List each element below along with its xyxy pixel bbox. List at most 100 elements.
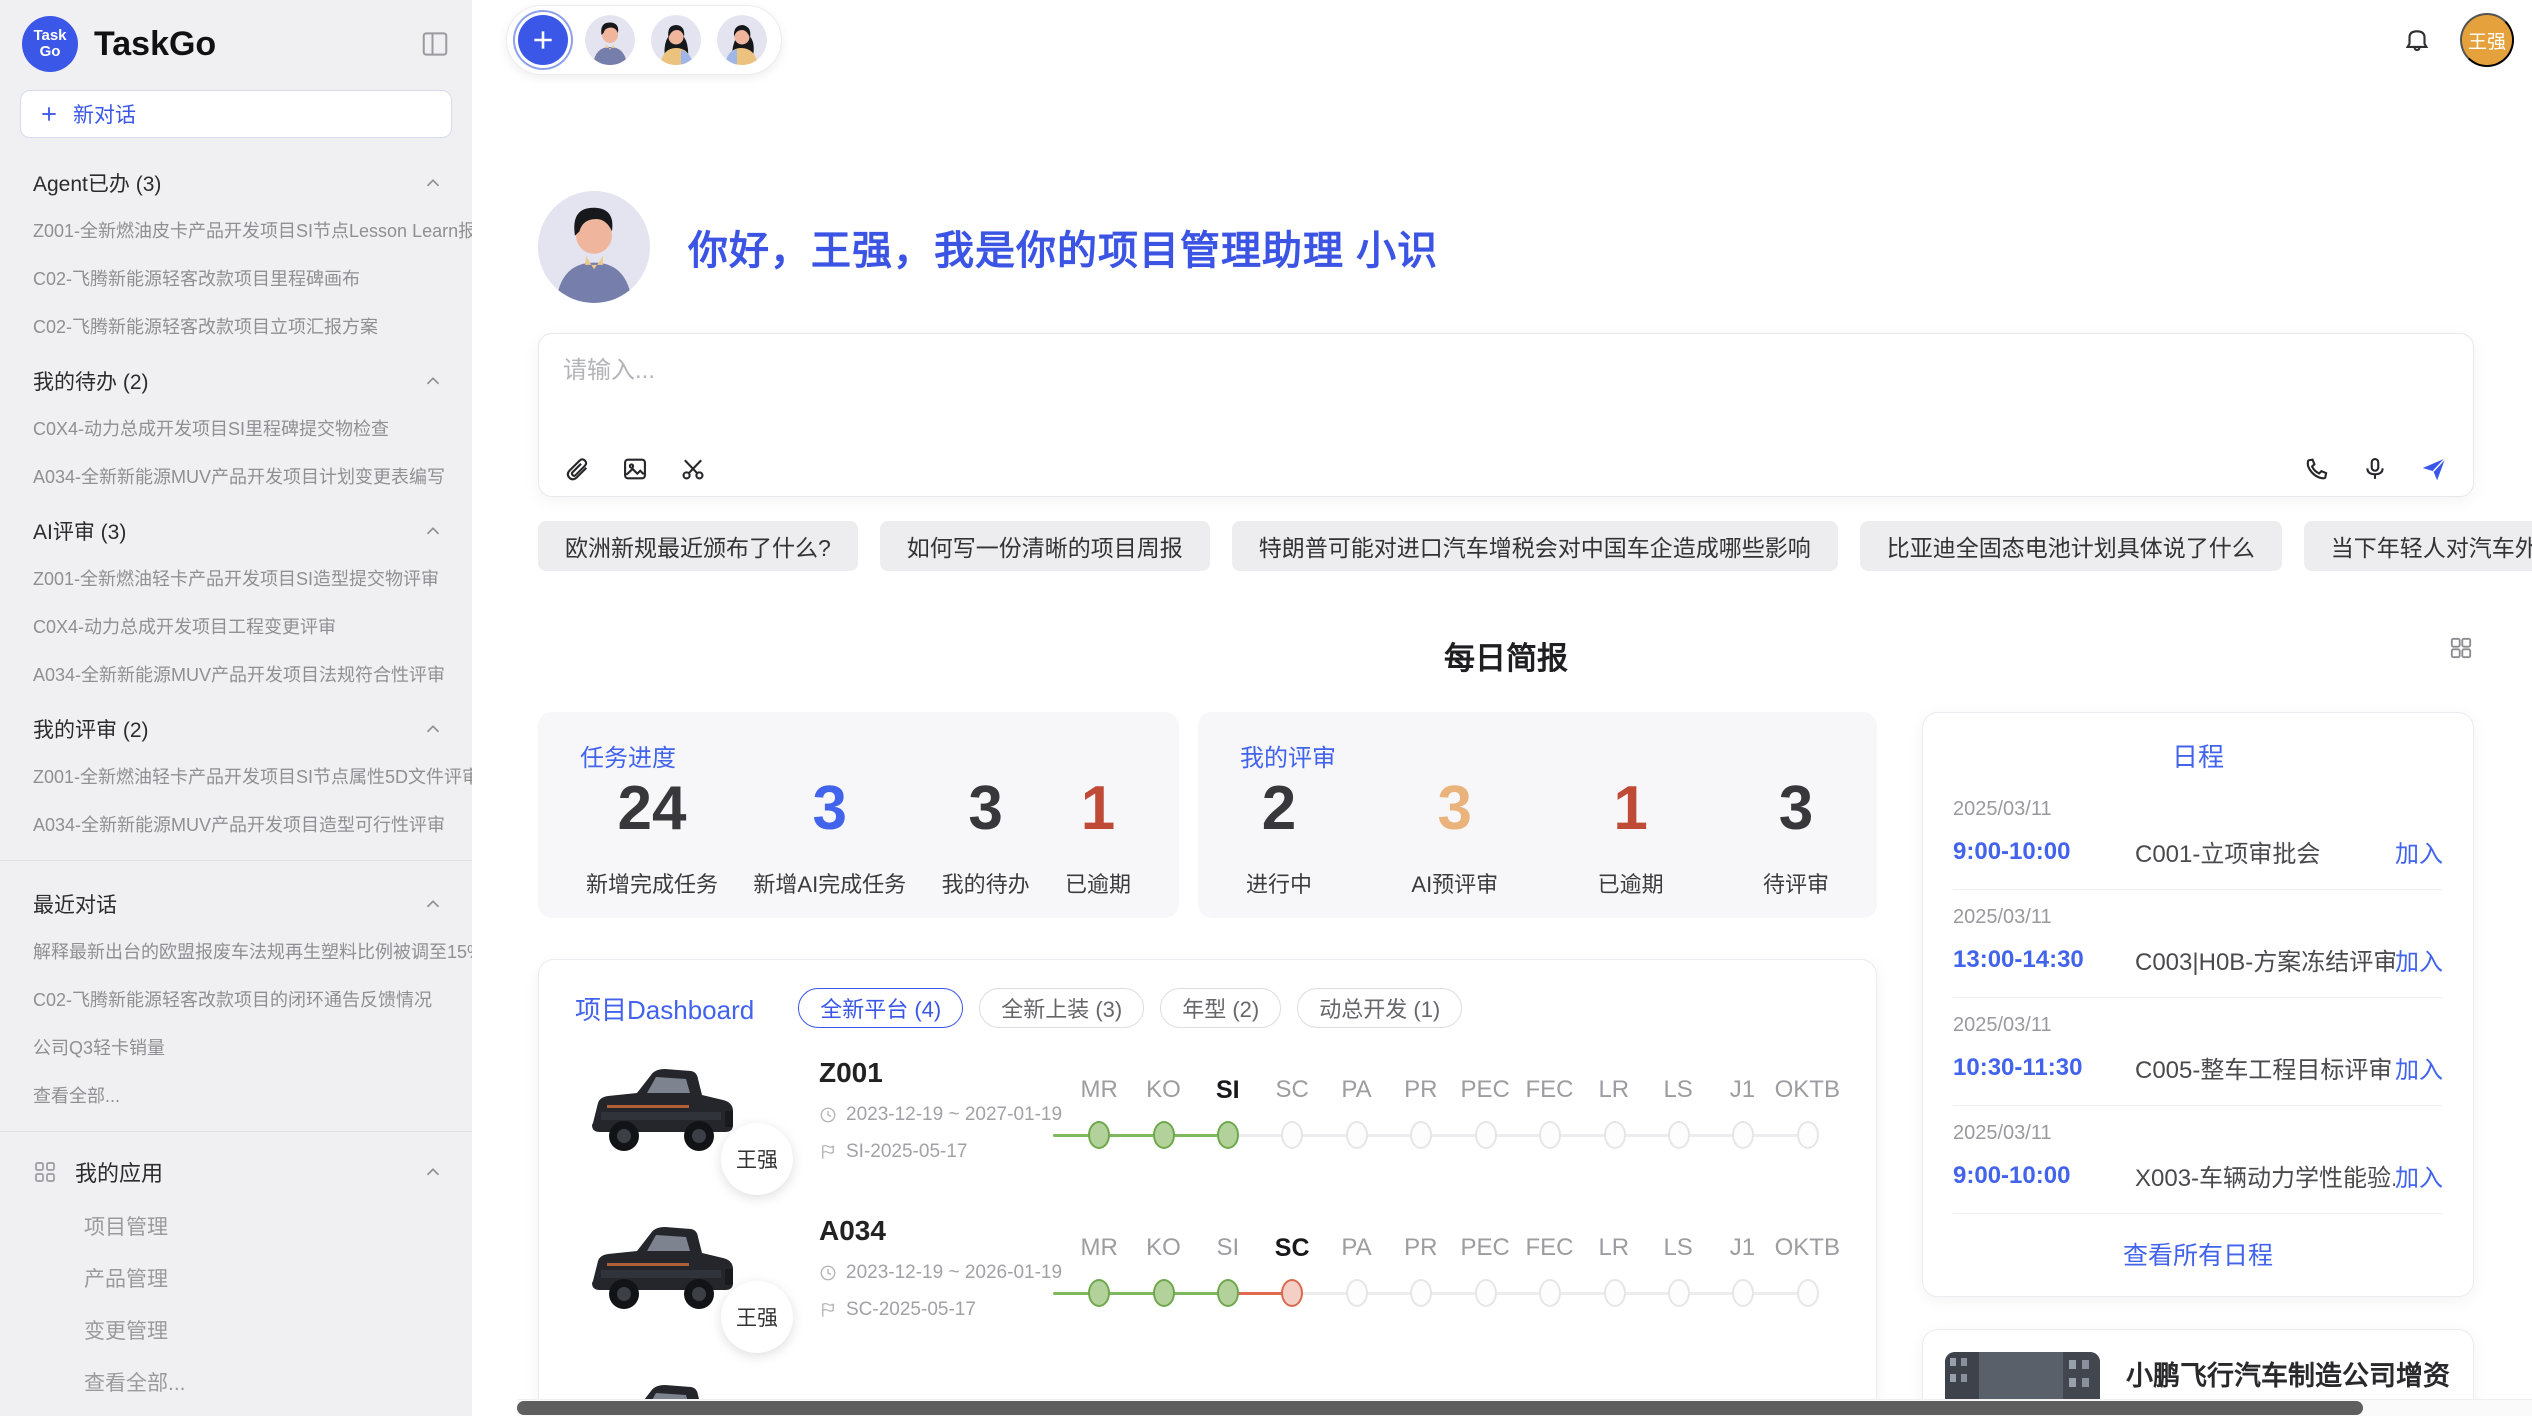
main-content: 你好，王强，我是你的项目管理助理 小识 <box>472 191 2532 1416</box>
app-item-change-mgmt[interactable]: 变更管理 <box>0 1304 472 1356</box>
chevron-up-icon[interactable] <box>422 520 444 542</box>
milestone-dot <box>1410 1279 1432 1307</box>
filter-tab-powertrain[interactable]: 动总开发 (1) <box>1297 988 1462 1028</box>
milestone-label: J1 <box>1710 1076 1774 1105</box>
milestone-dot-done <box>1217 1279 1239 1307</box>
microphone-icon[interactable] <box>2361 455 2389 483</box>
milestone-label: LS <box>1646 1234 1710 1263</box>
suggestion-chip[interactable]: 如何写一份清晰的项目周报 <box>880 521 1210 571</box>
dashboard-filters: 全新平台 (4) 全新上装 (3) 年型 (2) 动总开发 (1) <box>798 988 1462 1028</box>
project-row-a034[interactable]: 王强 A034 2023-12-19 ~ 2026-01-19 <box>575 1212 1840 1324</box>
add-assistant-button[interactable] <box>518 15 568 65</box>
recent-view-all[interactable]: 查看全部... <box>0 1071 472 1119</box>
stat-in-progress: 2 进行中 <box>1246 775 1312 899</box>
chevron-up-icon[interactable] <box>422 172 444 194</box>
sidebar-item[interactable]: Z001-全新燃油轻卡产品开发项目SI节点属性5D文件评审 <box>0 752 472 800</box>
sidebar-item[interactable]: A034-全新新能源MUV产品开发项目造型可行性评审 <box>0 800 472 848</box>
milestone-label: OKTB <box>1775 1076 1840 1105</box>
horizontal-scrollbar[interactable] <box>517 1399 2532 1416</box>
filter-tab-new-platform[interactable]: 全新平台 (4) <box>798 988 963 1028</box>
assistant-avatar-large <box>538 191 650 303</box>
milestone-label: LS <box>1646 1076 1710 1105</box>
milestone-dot-done <box>1088 1121 1110 1149</box>
logo-line-2: Go <box>40 44 61 61</box>
milestone-dot <box>1732 1279 1754 1307</box>
new-chat-label: 新对话 <box>73 99 136 129</box>
grid-icon <box>33 1160 57 1184</box>
suggestion-chip[interactable]: 欧洲新规最近颁布了什么? <box>538 521 858 571</box>
layout-grid-icon[interactable] <box>2448 635 2474 661</box>
sidebar-item[interactable]: C0X4-动力总成开发项目SI里程碑提交物检查 <box>0 404 472 452</box>
sidebar-item[interactable]: A034-全新新能源MUV产品开发项目计划变更表编写 <box>0 452 472 500</box>
recent-chat-item[interactable]: 公司Q3轻卡销量 <box>0 1023 472 1071</box>
schedule-time: 10:30-11:30 <box>1953 1054 2121 1082</box>
sidebar-collapse-icon[interactable] <box>420 29 450 59</box>
send-icon[interactable] <box>2419 454 2449 484</box>
divider <box>0 1131 472 1132</box>
sidebar-item[interactable]: Z001-全新燃油皮卡产品开发项目SI节点Lesson Learn报告 <box>0 206 472 254</box>
project-row-z001[interactable]: 王强 Z001 2023-12-19 ~ 2027-01-19 <box>575 1054 1840 1166</box>
milestone-label: PEC <box>1453 1234 1517 1263</box>
app-item-view-all[interactable]: 查看全部... <box>0 1356 472 1408</box>
card-title: 我的评审 <box>1240 738 1835 773</box>
milestone-dot <box>1797 1279 1819 1307</box>
assistant-avatar-3[interactable] <box>715 13 769 67</box>
assistant-avatar-1[interactable] <box>583 13 637 67</box>
daily-briefing-title: 每日简报 <box>1444 633 1568 678</box>
sidebar-item[interactable]: C02-飞腾新能源轻客改款项目里程碑画布 <box>0 254 472 302</box>
horizontal-scrollbar-thumb[interactable] <box>517 1401 2363 1415</box>
filter-tab-model-year[interactable]: 年型 (2) <box>1160 988 1281 1028</box>
phone-icon[interactable] <box>2303 455 2331 483</box>
join-button[interactable]: 加入 <box>2395 942 2443 977</box>
milestone-dot <box>1475 1121 1497 1149</box>
attachment-icon[interactable] <box>563 455 591 483</box>
sidebar-item[interactable]: Z001-全新燃油轻卡产品开发项目SI造型提交物评审 <box>0 554 472 602</box>
milestone-dot-done <box>1153 1121 1175 1149</box>
assistant-avatar-2[interactable] <box>649 13 703 67</box>
join-button[interactable]: 加入 <box>2395 834 2443 869</box>
sidebar-item[interactable]: C0X4-动力总成开发项目工程变更评审 <box>0 602 472 650</box>
milestone-label: KO <box>1131 1234 1195 1263</box>
sidebar-item[interactable]: A034-全新新能源MUV产品开发项目法规符合性评审 <box>0 650 472 698</box>
section-header-my-todo[interactable]: 我的待办 (2) <box>0 350 472 404</box>
chevron-up-icon[interactable] <box>422 1161 444 1183</box>
app-item-project-mgmt[interactable]: 项目管理 <box>0 1200 472 1252</box>
suggestion-chip[interactable]: 当下年轻人对汽车外观有怎样的喜好趋势 <box>2304 521 2532 571</box>
suggestion-chip[interactable]: 特朗普可能对进口汽车增税会对中国车企造成哪些影响 <box>1232 521 1838 571</box>
recent-chat-item[interactable]: C02-飞腾新能源轻客改款项目的闭环通告反馈情况 <box>0 975 472 1023</box>
stat-ai-pre-review: 3 AI预评审 <box>1411 775 1498 899</box>
scissors-icon[interactable] <box>679 455 707 483</box>
section-header-ai-review[interactable]: AI评审 (3) <box>0 500 472 554</box>
section-header-agent-done[interactable]: Agent已办 (3) <box>0 152 472 206</box>
filter-tab-new-body[interactable]: 全新上装 (3) <box>979 988 1144 1028</box>
milestone-label: PR <box>1389 1076 1453 1105</box>
chevron-up-icon[interactable] <box>422 893 444 915</box>
stat-overdue: 1 已逾期 <box>1065 775 1131 899</box>
plus-icon <box>530 27 556 53</box>
chevron-up-icon[interactable] <box>422 370 444 392</box>
suggestion-chip[interactable]: 比亚迪全固态电池计划具体说了什么 <box>1860 521 2282 571</box>
sidebar-item-cloud-space[interactable]: 我的云空间 <box>0 1408 472 1416</box>
app-item-product-mgmt[interactable]: 产品管理 <box>0 1252 472 1304</box>
chat-input[interactable] <box>563 350 2449 448</box>
new-chat-button[interactable]: 新对话 <box>20 90 452 138</box>
view-all-schedule-link[interactable]: 查看所有日程 <box>1953 1214 2443 1296</box>
section-header-recent-chats[interactable]: 最近对话 <box>0 873 472 927</box>
milestone-dot <box>1604 1279 1626 1307</box>
sidebar-item[interactable]: C02-飞腾新能源轻客改款项目立项汇报方案 <box>0 302 472 350</box>
notification-bell-icon[interactable] <box>2402 25 2432 55</box>
suggestion-chips: 欧洲新规最近颁布了什么? 如何写一份清晰的项目周报 特朗普可能对进口汽车增税会对… <box>538 521 2474 571</box>
join-button[interactable]: 加入 <box>2395 1050 2443 1085</box>
sidebar-item-my-apps[interactable]: 我的应用 <box>0 1144 472 1200</box>
schedule-date: 2025/03/11 <box>1953 906 2443 929</box>
chevron-up-icon[interactable] <box>422 718 444 740</box>
section-header-my-review[interactable]: 我的评审 (2) <box>0 698 472 752</box>
flag-icon <box>819 1301 837 1319</box>
recent-chat-item[interactable]: 解释最新出台的欧盟报废车法规再生塑料比例被调至15%... <box>0 927 472 975</box>
dashboard-title: 项目Dashboard <box>575 990 754 1027</box>
image-icon[interactable] <box>621 455 649 483</box>
join-button[interactable]: 加入 <box>2395 1158 2443 1193</box>
project-milestone-date: SI-2025-05-17 <box>819 1141 1067 1163</box>
milestone-timeline: MR KO SI SC PA PR PEC FEC LR LS <box>1067 1054 1840 1151</box>
user-avatar[interactable]: 王强 <box>2460 13 2514 67</box>
